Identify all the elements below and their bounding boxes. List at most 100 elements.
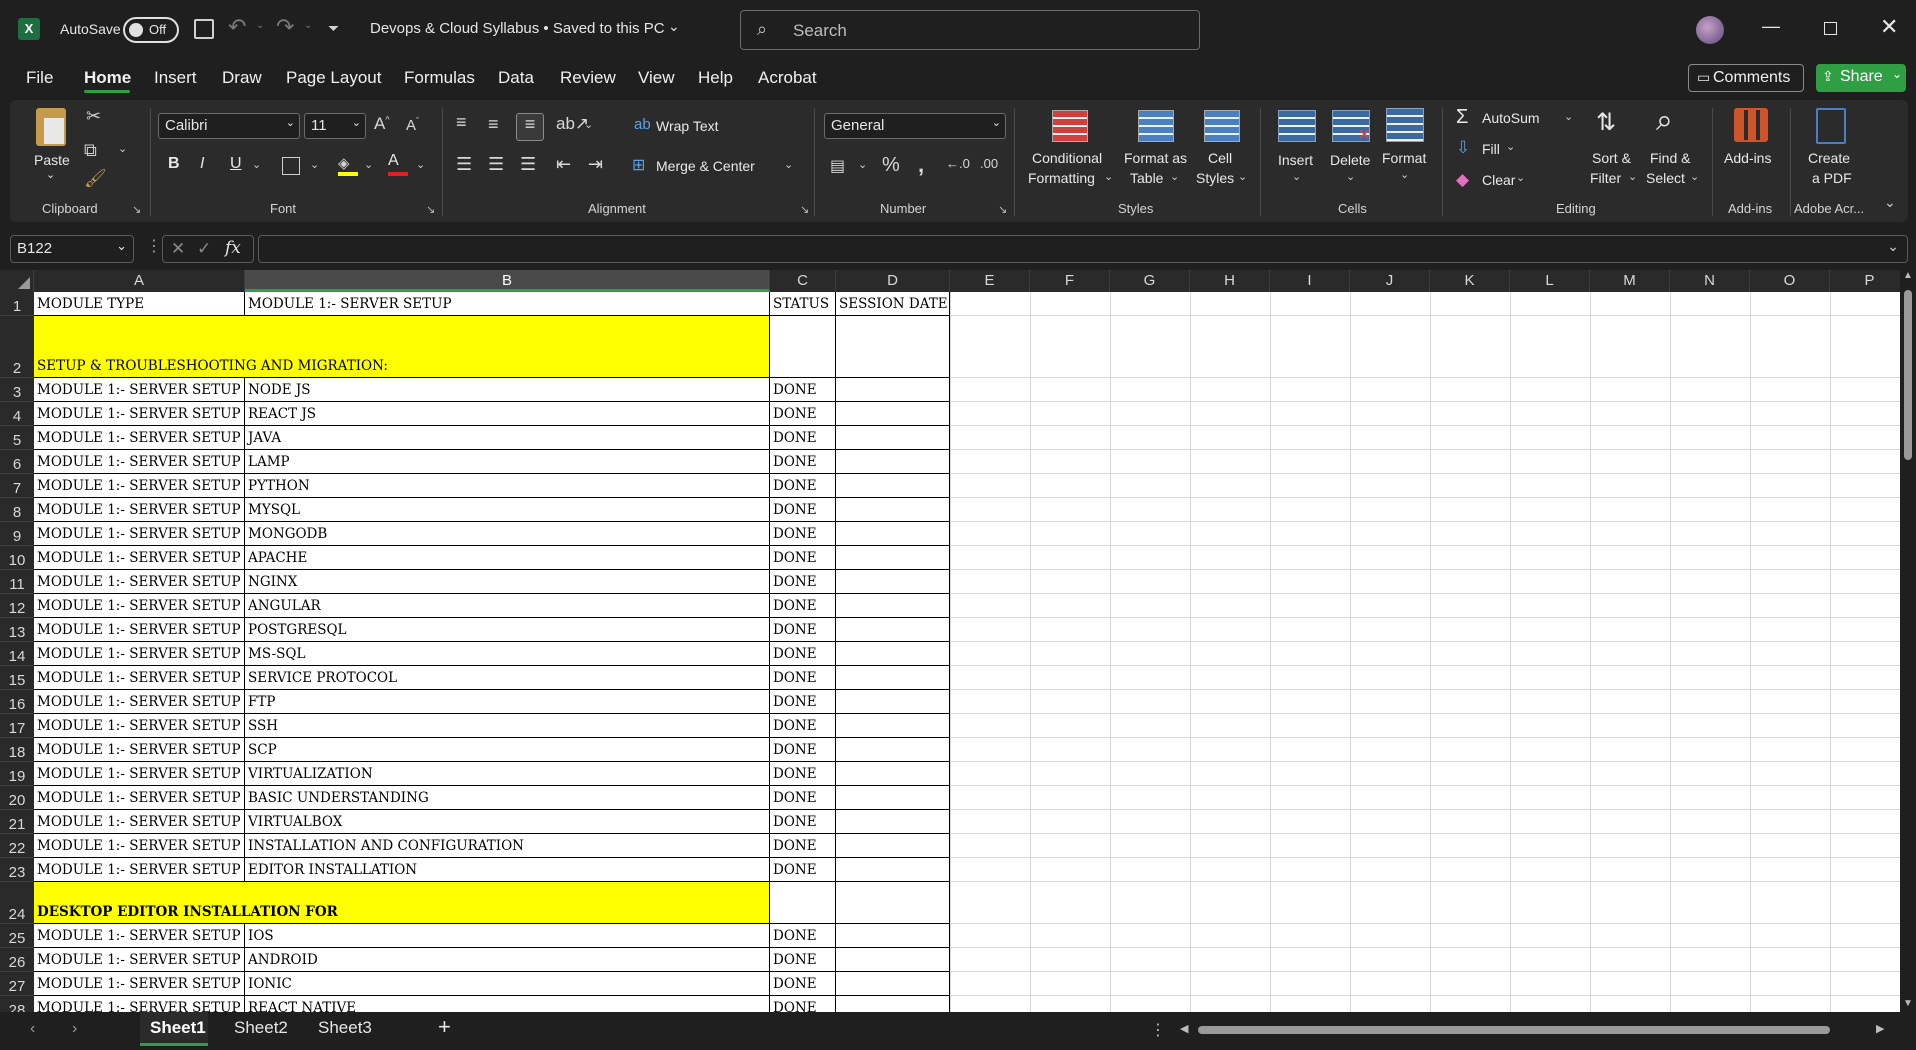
- merge-center-icon[interactable]: ⊞: [632, 155, 645, 175]
- fill-label[interactable]: Fill: [1482, 141, 1500, 157]
- clear-icon[interactable]: ◆: [1456, 170, 1469, 190]
- cell-b[interactable]: INSTALLATION AND CONFIGURATION: [245, 834, 770, 858]
- row-header[interactable]: 11: [0, 570, 34, 594]
- paste-icon[interactable]: [36, 108, 66, 146]
- align-middle-icon[interactable]: ≡: [488, 114, 499, 135]
- column-header-l[interactable]: L: [1510, 270, 1590, 292]
- cell-a[interactable]: MODULE 1:- SERVER SETUP: [34, 972, 245, 996]
- column-header-a[interactable]: A: [34, 270, 245, 292]
- autosum-icon[interactable]: Σ: [1456, 106, 1468, 129]
- cell-b[interactable]: BASIC UNDERSTANDING: [245, 786, 770, 810]
- conditional-formatting-chevron-icon[interactable]: ⌄: [1104, 170, 1113, 183]
- number-launcher-icon[interactable]: ↘: [998, 203, 1007, 216]
- menu-formulas[interactable]: Formulas: [404, 68, 475, 88]
- cell-a[interactable]: MODULE 1:- SERVER SETUP: [34, 810, 245, 834]
- column-header-p[interactable]: P: [1830, 270, 1900, 292]
- cell-b[interactable]: VIRTUALIZATION: [245, 762, 770, 786]
- cell-d[interactable]: [836, 426, 950, 450]
- document-title[interactable]: Devops & Cloud Syllabus • Saved to this …: [370, 20, 665, 37]
- scroll-left-icon[interactable]: ◀: [1180, 1022, 1188, 1035]
- cell-a[interactable]: MODULE 1:- SERVER SETUP: [34, 498, 245, 522]
- cell-a[interactable]: MODULE 1:- SERVER SETUP: [34, 402, 245, 426]
- borders-chevron-icon[interactable]: ⌄: [310, 158, 319, 171]
- column-header-f[interactable]: F: [1030, 270, 1110, 292]
- autosum-label[interactable]: AutoSum: [1482, 110, 1540, 126]
- redo-icon[interactable]: ↷: [276, 14, 294, 40]
- cell-a[interactable]: MODULE 1:- SERVER SETUP: [34, 618, 245, 642]
- merge-center-chevron-icon[interactable]: ⌄: [784, 158, 793, 171]
- addins-icon[interactable]: [1734, 108, 1768, 142]
- cell-a[interactable]: MODULE 1:- SERVER SETUP: [34, 426, 245, 450]
- name-box[interactable]: B122 ⌄: [10, 235, 134, 263]
- cell-c[interactable]: DONE: [770, 858, 836, 882]
- comma-style-icon[interactable]: ,: [918, 152, 924, 178]
- comments-button[interactable]: ▭ Comments: [1688, 64, 1804, 92]
- row-header[interactable]: 2: [0, 316, 34, 378]
- decrease-font-icon[interactable]: Aˇ: [406, 116, 419, 134]
- next-sheet-icon[interactable]: ›: [72, 1020, 77, 1038]
- cell-a[interactable]: MODULE 1:- SERVER SETUP: [34, 570, 245, 594]
- cell-d[interactable]: [836, 690, 950, 714]
- cell-d[interactable]: SESSION DATE: [836, 292, 950, 316]
- undo-icon[interactable]: ↶: [228, 14, 246, 40]
- row-header[interactable]: 28: [0, 996, 34, 1012]
- row-header[interactable]: 5: [0, 426, 34, 450]
- scroll-down-icon[interactable]: ▼: [1903, 998, 1913, 1009]
- cell-b[interactable]: MS-SQL: [245, 642, 770, 666]
- font-color-chevron-icon[interactable]: ⌄: [416, 158, 425, 171]
- cell-b[interactable]: EDITOR INSTALLATION: [245, 858, 770, 882]
- menu-file[interactable]: File: [26, 68, 53, 88]
- cell-b[interactable]: NGINX: [245, 570, 770, 594]
- conditional-formatting-label-2[interactable]: Formatting: [1028, 170, 1095, 186]
- cell-b[interactable]: FTP: [245, 690, 770, 714]
- cell-d[interactable]: [836, 972, 950, 996]
- fill-chevron-icon[interactable]: ⌄: [1506, 140, 1515, 153]
- scroll-up-icon[interactable]: ▲: [1903, 270, 1913, 281]
- cell-b[interactable]: SSH: [245, 714, 770, 738]
- save-icon[interactable]: [194, 19, 214, 39]
- increase-indent-icon[interactable]: ⇥: [588, 154, 603, 175]
- clear-label[interactable]: Clear: [1482, 172, 1515, 188]
- clear-chevron-icon[interactable]: ⌄: [1516, 171, 1525, 184]
- row-header[interactable]: 23: [0, 858, 34, 882]
- font-size-select[interactable]: 11 ⌄: [304, 113, 366, 139]
- column-header-i[interactable]: I: [1270, 270, 1350, 292]
- cell-d[interactable]: [836, 738, 950, 762]
- cell-d[interactable]: [836, 522, 950, 546]
- cell-d[interactable]: [836, 834, 950, 858]
- close-icon[interactable]: ✕: [1880, 14, 1898, 40]
- cell-d[interactable]: [836, 858, 950, 882]
- tab-options-icon[interactable]: ⋮: [1150, 1020, 1166, 1040]
- cell-a[interactable]: MODULE 1:- SERVER SETUP: [34, 522, 245, 546]
- cell-c[interactable]: DONE: [770, 618, 836, 642]
- wrap-text-label[interactable]: Wrap Text: [656, 118, 719, 134]
- insert-cells-chevron-icon[interactable]: ⌄: [1292, 170, 1301, 183]
- formula-input[interactable]: ⌄: [258, 235, 1908, 263]
- column-header-m[interactable]: M: [1590, 270, 1670, 292]
- cell-c[interactable]: STATUS: [770, 292, 836, 316]
- cell-a[interactable]: MODULE 1:- SERVER SETUP: [34, 948, 245, 972]
- cell-c[interactable]: DONE: [770, 810, 836, 834]
- insert-cells-label[interactable]: Insert: [1278, 152, 1313, 168]
- cell-c[interactable]: DONE: [770, 498, 836, 522]
- scroll-right-icon[interactable]: ▶: [1876, 1022, 1884, 1035]
- cell-a[interactable]: MODULE 1:- SERVER SETUP: [34, 378, 245, 402]
- cell-a[interactable]: MODULE 1:- SERVER SETUP: [34, 546, 245, 570]
- row-header[interactable]: 19: [0, 762, 34, 786]
- menu-page-layout[interactable]: Page Layout: [286, 68, 381, 88]
- cell-a[interactable]: MODULE 1:- SERVER SETUP: [34, 450, 245, 474]
- cell-a[interactable]: MODULE 1:- SERVER SETUP: [34, 786, 245, 810]
- select-all-corner[interactable]: [0, 270, 34, 292]
- italic-icon[interactable]: I: [200, 155, 204, 173]
- menu-view[interactable]: View: [638, 68, 675, 88]
- cell-a[interactable]: MODULE 1:- SERVER SETUP: [34, 996, 245, 1012]
- column-header-g[interactable]: G: [1110, 270, 1190, 292]
- vertical-scrollbar[interactable]: ▲ ▼: [1900, 270, 1916, 1012]
- sheet-tab-sheet1[interactable]: Sheet1: [140, 1012, 208, 1046]
- row-header[interactable]: 15: [0, 666, 34, 690]
- restore-icon[interactable]: [1824, 22, 1837, 35]
- cell-d[interactable]: [836, 882, 950, 924]
- row-header[interactable]: 16: [0, 690, 34, 714]
- cell-c[interactable]: [770, 316, 836, 378]
- addins-label[interactable]: Add-ins: [1724, 150, 1771, 166]
